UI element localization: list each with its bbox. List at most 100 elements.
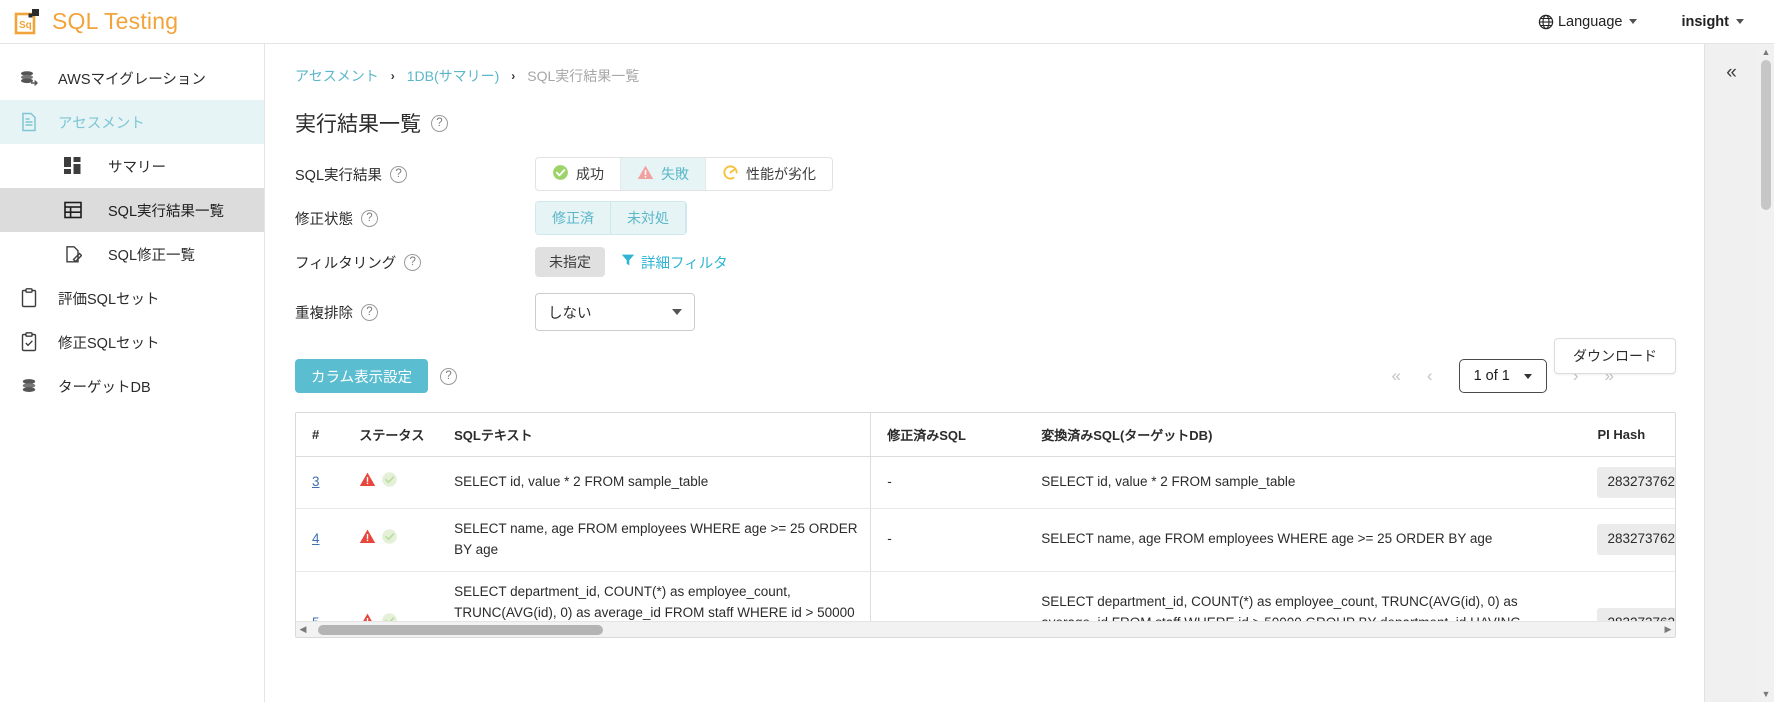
right-rail: « (1704, 44, 1758, 702)
collapse-panel-button[interactable]: « (1726, 62, 1737, 84)
results-table: # ステータス SQLテキスト 修正済みSQL 変換済みSQL(ターゲットDB)… (296, 413, 1675, 637)
sidebar-item-sql-results[interactable]: SQL実行結果一覧 (0, 188, 264, 232)
sidebar-item-label: 修正SQLセット (58, 335, 160, 352)
column-header-pi-hash[interactable]: PI Hash (1581, 413, 1675, 457)
chevron-down-icon (672, 309, 682, 315)
document-icon (16, 112, 42, 132)
advanced-filter-link[interactable]: 詳細フィルタ (621, 252, 728, 273)
scrollbar-track[interactable] (1758, 60, 1774, 686)
filter-option-success[interactable]: 成功 (536, 158, 621, 190)
header-actions: Language insight (1538, 14, 1774, 30)
filter-option-failure[interactable]: 失敗 (621, 158, 706, 190)
dedupe-select[interactable]: しない (535, 293, 695, 331)
database-migration-icon (16, 68, 42, 88)
scroll-left-icon[interactable]: ◀ (296, 624, 310, 635)
column-header-fixed-sql[interactable]: 修正済みSQL (870, 413, 1026, 457)
column-header-num[interactable]: # (296, 413, 344, 457)
filter-label-text: SQL実行結果 (295, 167, 383, 184)
dashboard-icon (60, 157, 86, 175)
column-header-converted-sql[interactable]: 変換済みSQL(ターゲットDB) (1025, 413, 1582, 457)
database-icon (16, 376, 42, 396)
app-header: Sq SQL Testing Language insight (0, 0, 1774, 44)
column-header-sql-text[interactable]: SQLテキスト (438, 413, 872, 457)
sidebar-item-label: ターゲットDB (58, 379, 151, 396)
sidebar-item-target-db[interactable]: ターゲットDB (0, 364, 264, 408)
help-icon[interactable]: ? (440, 367, 458, 385)
sql-result-segmented-control: 成功 失敗 性能が劣化 (535, 157, 833, 191)
help-icon[interactable]: ? (361, 303, 378, 321)
column-settings-button[interactable]: カラム表示設定 (295, 359, 429, 393)
content-container: アセスメント › 1DB(サマリー) › SQL実行結果一覧 実行結果一覧 ? … (265, 44, 1704, 396)
page-vertical-scrollbar[interactable]: ▲ ▼ (1758, 44, 1774, 702)
filter-funnel-icon (621, 253, 635, 271)
breadcrumb-item-assessment[interactable]: アセスメント (295, 66, 379, 86)
filter-label-sql-result: SQL実行結果 ? (295, 164, 535, 185)
status-icons (359, 528, 428, 552)
page-title-row: 実行結果一覧 ? (295, 108, 1676, 138)
scroll-down-icon[interactable]: ▼ (1762, 686, 1771, 702)
sidebar-item-fix-sql-set[interactable]: 修正SQLセット (0, 320, 264, 364)
sidebar-item-eval-sql-set[interactable]: 評価SQLセット (0, 276, 264, 320)
pagination-first-button[interactable]: « (1391, 366, 1400, 386)
sidebar-item-label: 評価SQLセット (58, 291, 160, 308)
table-horizontal-scrollbar[interactable]: ◀ ▶ (296, 621, 1675, 637)
chevron-down-icon (1736, 19, 1744, 24)
breadcrumb-item-db-summary[interactable]: 1DB(サマリー) (407, 66, 500, 86)
document-edit-icon (60, 245, 86, 264)
account-menu[interactable]: insight (1681, 14, 1744, 30)
cell-fixed-sql: - (870, 456, 1026, 509)
download-button[interactable]: ダウンロード (1554, 338, 1676, 374)
breadcrumb: アセスメント › 1DB(サマリー) › SQL実行結果一覧 (295, 62, 1676, 90)
filter-option-performance-degraded[interactable]: 性能が劣化 (706, 158, 832, 190)
app-body: AWSマイグレーション アセスメント サマリー SQL実行結果一覧 SQL修正一… (0, 44, 1774, 702)
filter-label-filtering: フィルタリング ? (295, 252, 535, 273)
pi-hash-value: 283273762 (1597, 524, 1675, 556)
pagination-page-select[interactable]: 1 of 1 (1458, 359, 1547, 393)
column-header-status[interactable]: ステータス (343, 413, 439, 457)
filter-option-label: 成功 (576, 166, 604, 182)
row-number-link[interactable]: 4 (312, 531, 320, 546)
sidebar-item-label: アセスメント (58, 115, 145, 132)
filter-label-text: 修正状態 (295, 211, 353, 228)
sidebar-item-assessment[interactable]: アセスメント (0, 100, 264, 144)
scrollbar-thumb[interactable] (1761, 60, 1771, 210)
filter-option-unhandled[interactable]: 未対処 (611, 202, 686, 234)
row-number-link[interactable]: 3 (312, 474, 320, 489)
table-toolbar: カラム表示設定 ? « ‹ 1 of 1 › » (295, 356, 1676, 396)
scroll-right-icon[interactable]: ▶ (1661, 624, 1675, 635)
scroll-up-icon[interactable]: ▲ (1762, 44, 1771, 60)
main-content: アセスメント › 1DB(サマリー) › SQL実行結果一覧 実行結果一覧 ? … (265, 44, 1704, 702)
scrollbar-track[interactable] (310, 622, 1661, 638)
pagination-prev-button[interactable]: ‹ (1427, 366, 1433, 386)
filter-row-dedupe: 重複排除 ? しない (295, 284, 1676, 340)
filter-label-text: フィルタリング (295, 255, 397, 272)
cell-status (343, 508, 439, 572)
filter-label-fix-state: 修正状態 ? (295, 208, 535, 229)
sidebar-item-sql-fixes[interactable]: SQL修正一覧 (0, 232, 264, 276)
help-icon[interactable]: ? (404, 253, 422, 271)
table-row[interactable]: 3 SELECT id, value * 2 FROM sample_table… (296, 456, 1675, 509)
page-title: 実行結果一覧 (295, 113, 421, 136)
check-circle-muted-icon (381, 528, 398, 552)
brand[interactable]: Sq SQL Testing (14, 8, 178, 36)
pagination-page-label: 1 of 1 (1473, 368, 1510, 384)
cell-pi-hash: 283273762 (1581, 456, 1675, 509)
dedupe-select-value: しない (548, 305, 592, 322)
filtering-status-chip[interactable]: 未指定 (535, 247, 605, 277)
language-menu[interactable]: Language (1538, 14, 1638, 30)
breadcrumb-separator-icon: › (390, 69, 395, 83)
scrollbar-thumb[interactable] (318, 624, 603, 635)
sidebar-item-summary[interactable]: サマリー (0, 144, 264, 188)
cell-sql-text: SELECT name, age FROM employees WHERE ag… (438, 508, 872, 572)
filter-option-fixed[interactable]: 修正済 (536, 202, 611, 234)
sidebar-item-label: サマリー (108, 159, 166, 176)
filter-label-dedupe: 重複排除 ? (295, 302, 535, 323)
help-icon[interactable]: ? (390, 165, 408, 183)
sidebar-item-aws-migration[interactable]: AWSマイグレーション (0, 56, 264, 100)
cell-converted-sql: SELECT id, value * 2 FROM sample_table (1025, 456, 1582, 509)
help-icon[interactable]: ? (431, 114, 448, 132)
help-icon[interactable]: ? (361, 209, 378, 227)
table-row[interactable]: 4 SELECT name, age FROM employees WHERE … (296, 508, 1675, 572)
cell-fixed-sql: - (870, 508, 1026, 572)
gauge-icon (722, 164, 739, 184)
